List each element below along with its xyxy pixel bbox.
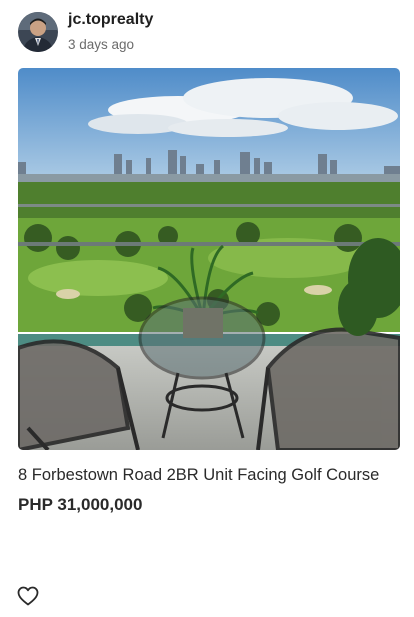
listing-price: PHP 31,000,000 <box>18 495 143 514</box>
avatar[interactable] <box>18 12 58 52</box>
listing-title[interactable]: 8 Forbestown Road 2BR Unit Facing Golf C… <box>18 465 408 485</box>
listing-photo[interactable] <box>18 68 400 450</box>
balcony-view-photo <box>18 68 400 450</box>
profile-photo-icon <box>18 12 58 52</box>
listing-card[interactable]: jc.toprealty 3 days ago 8 Forbestown Roa… <box>0 0 414 617</box>
username[interactable]: jc.toprealty <box>68 10 153 30</box>
heart-outline-icon[interactable] <box>16 584 40 608</box>
post-header: jc.toprealty 3 days ago <box>18 10 398 56</box>
post-timestamp: 3 days ago <box>68 37 135 52</box>
